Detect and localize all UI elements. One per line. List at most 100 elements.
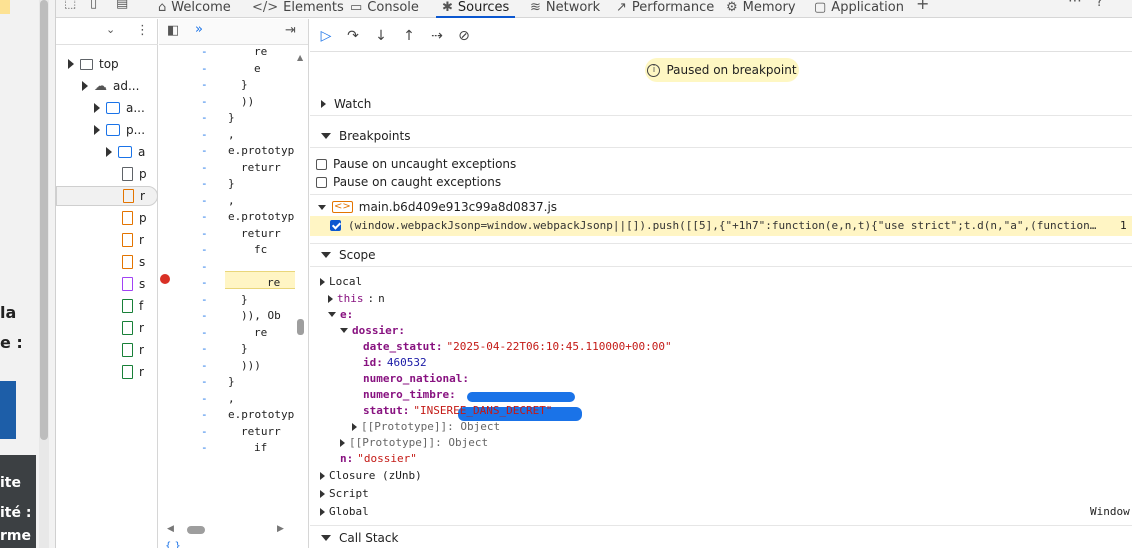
tab-memory[interactable]: ⚙ Memory	[726, 0, 796, 18]
gutter-line-dash: -	[201, 226, 208, 240]
expand-triangle-icon[interactable]	[320, 489, 325, 498]
inspect-element-icon[interactable]: ⬚	[64, 0, 76, 10]
pause-uncaught-checkbox[interactable]	[316, 158, 327, 170]
tab-application[interactable]: ▢ Application	[814, 0, 904, 18]
expand-triangle-icon[interactable]	[94, 103, 100, 113]
expand-triangle-icon[interactable]	[352, 422, 357, 431]
scope-n[interactable]: n: "dossier"	[340, 452, 417, 465]
tree-item-file[interactable]: r	[122, 318, 144, 338]
step-out-icon[interactable]: ↑	[399, 26, 419, 46]
collapse-triangle-icon[interactable]	[321, 534, 331, 541]
collapse-triangle-icon[interactable]	[318, 204, 326, 210]
collapse-triangle-icon[interactable]	[321, 252, 331, 258]
expand-triangle-icon[interactable]	[94, 125, 100, 135]
scope-global[interactable]: Global	[320, 505, 369, 518]
page-scrollbar[interactable]	[39, 0, 49, 548]
pause-caught-checkbox-row[interactable]: Pause on caught exceptions	[316, 175, 501, 189]
scope-prototype-outer[interactable]: [[Prototype]]: Object	[340, 436, 488, 449]
collapse-triangle-icon[interactable]	[340, 328, 348, 333]
expand-triangle-icon[interactable]	[321, 99, 326, 108]
scope-numero-national[interactable]: numero_national:	[363, 372, 469, 385]
tab-performance[interactable]: ↗ Performance	[616, 0, 714, 18]
expand-triangle-icon[interactable]	[68, 59, 74, 69]
scope-value: n	[378, 292, 385, 305]
scope-closure[interactable]: Closure (zUnb)	[320, 469, 422, 482]
tab-elements[interactable]: </> Elements	[252, 0, 344, 18]
scope-e[interactable]: e:	[328, 308, 353, 321]
breakpoint-marker-icon[interactable]	[160, 274, 170, 284]
toggle-navigator-icon[interactable]: ◧	[167, 24, 179, 37]
tab-welcome[interactable]: ⌂ Welcome	[158, 0, 231, 18]
page-blue-button-fragment[interactable]	[0, 381, 16, 439]
scope-date-statut[interactable]: date_statut: "2025-04-22T06:10:45.110000…	[363, 340, 672, 353]
section-watch[interactable]: Watch	[310, 92, 1132, 116]
scope-this[interactable]: this: n	[328, 292, 385, 305]
scroll-up-icon[interactable]: ▲	[297, 53, 303, 62]
code-editor[interactable]: ◧ » ⇥ - re - e -} -)) -} -, - e.prototyp - returr -}…	[159, 19, 309, 548]
section-call-stack[interactable]: Call Stack	[310, 525, 1132, 549]
scroll-right-icon[interactable]: ▶	[277, 524, 284, 534]
tree-item-file[interactable]: s	[122, 252, 145, 272]
step-into-icon[interactable]: ↓	[371, 26, 391, 46]
tab-network[interactable]: ≋ Network	[530, 0, 600, 18]
editor-scrollbar-thumb[interactable]	[297, 319, 304, 335]
expand-triangle-icon[interactable]	[340, 438, 345, 447]
device-toolbar-icon[interactable]: ▯	[90, 0, 97, 10]
expand-triangle-icon[interactable]	[328, 294, 333, 303]
resume-icon[interactable]: ▷	[316, 26, 336, 46]
editor-vertical-scrollbar[interactable]: ▲	[296, 45, 306, 523]
page-scrollbar-thumb[interactable]	[40, 0, 48, 440]
tree-item-file[interactable]: f	[122, 296, 143, 316]
collapse-triangle-icon[interactable]	[328, 312, 336, 317]
expand-triangle-icon[interactable]	[106, 147, 112, 157]
expand-triangle-icon[interactable]	[82, 81, 88, 91]
tree-item-domain[interactable]: ☁ ad...	[82, 76, 139, 96]
chevron-down-icon[interactable]: ⌄	[106, 24, 115, 35]
breakpoint-file-row[interactable]: <> main.b6d409e913c99a8d0837.js	[318, 200, 557, 214]
scope-local[interactable]: Local	[320, 275, 362, 288]
add-tab-icon[interactable]: +	[916, 0, 929, 12]
expand-triangle-icon[interactable]	[320, 277, 325, 286]
tab-console[interactable]: ▭ Console	[350, 0, 419, 18]
tree-item-file[interactable]: r	[122, 340, 144, 360]
tree-item-file-selected[interactable]: r	[56, 186, 158, 206]
pause-uncaught-checkbox-row[interactable]: Pause on uncaught exceptions	[316, 157, 516, 171]
tab-sources[interactable]: ✱ Sources	[435, 0, 516, 18]
tree-item-file[interactable]: r	[122, 362, 144, 382]
breakpoint-enabled-checkbox[interactable]	[330, 220, 341, 231]
expand-triangle-icon[interactable]	[320, 471, 325, 480]
tree-item-folder[interactable]: a...	[94, 98, 145, 118]
section-breakpoints[interactable]: Breakpoints	[310, 124, 1132, 148]
section-scope[interactable]: Scope	[310, 243, 1132, 267]
collapse-triangle-icon[interactable]	[321, 132, 331, 139]
breakpoint-code-row[interactable]: (window.webpackJsonp=window.webpackJsonp…	[310, 216, 1132, 236]
scope-id[interactable]: id: 460532	[363, 356, 427, 369]
tree-item-folder[interactable]: a	[106, 142, 145, 162]
pause-caught-checkbox[interactable]	[316, 176, 327, 188]
kebab-menu-icon[interactable]: ⋮	[136, 24, 149, 37]
tree-item-folder[interactable]: p...	[94, 120, 145, 140]
pretty-print-icon[interactable]: { }	[165, 541, 181, 548]
expand-triangle-icon[interactable]	[320, 507, 325, 516]
scope-prototype-inner[interactable]: [[Prototype]]: Object	[352, 420, 500, 433]
step-icon[interactable]: ⇢	[427, 26, 447, 46]
tree-item-file[interactable]: p	[122, 208, 147, 228]
help-icon[interactable]: ?	[1096, 0, 1103, 9]
editor-hscrollbar-thumb[interactable]	[187, 526, 205, 534]
scope-statut[interactable]: statut: "INSEREE_DANS_DECRET"	[363, 404, 552, 417]
step-over-icon[interactable]: ↷	[343, 26, 363, 46]
scope-dossier[interactable]: dossier:	[340, 324, 405, 337]
tree-item-top[interactable]: top	[68, 54, 119, 74]
tree-item-file[interactable]: s	[122, 274, 145, 294]
issues-icon[interactable]: ▤	[116, 0, 128, 10]
scope-script[interactable]: Script	[320, 487, 369, 500]
tree-item-file[interactable]: r	[122, 230, 144, 250]
toggle-debugger-icon[interactable]: ⇥	[285, 24, 296, 37]
editor-horizontal-scrollbar[interactable]: ◀ ▶	[159, 523, 299, 537]
scope-numero-timbre[interactable]: numero_timbre:	[363, 388, 456, 401]
more-options-icon[interactable]: ⋯	[1068, 0, 1082, 8]
scroll-left-icon[interactable]: ◀	[167, 524, 174, 534]
more-tabs-icon[interactable]: »	[195, 23, 203, 36]
tree-item-file[interactable]: p	[122, 164, 147, 184]
deactivate-breakpoints-icon[interactable]: ⊘	[454, 26, 474, 46]
